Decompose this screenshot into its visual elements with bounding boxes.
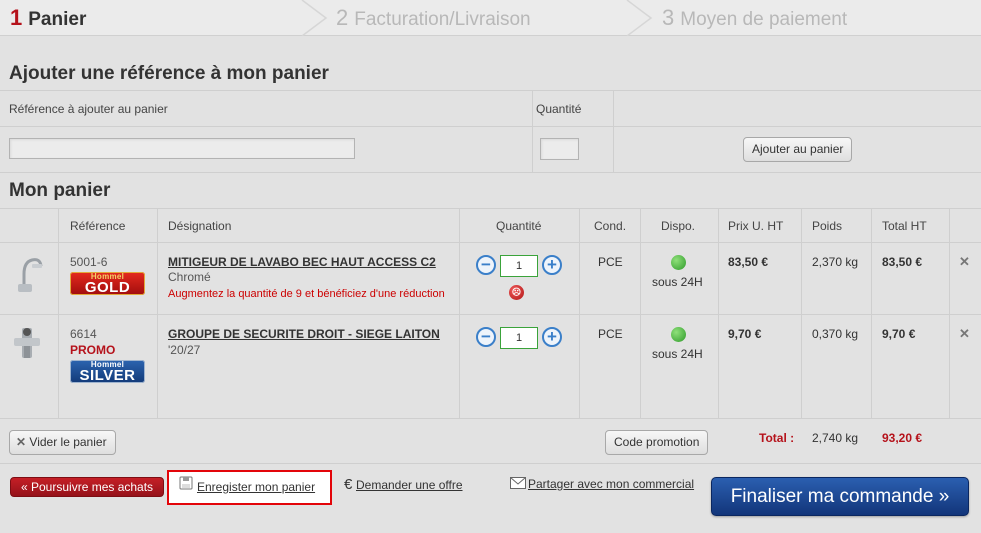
product-image[interactable]	[12, 324, 44, 364]
divider	[579, 208, 580, 418]
availability-dot-icon	[671, 255, 686, 270]
product-name-link[interactable]: MITIGEUR DE LAVABO BEC HAUT ACCESS C2	[168, 255, 436, 269]
divider	[459, 208, 460, 418]
save-cart-link[interactable]: Enregister mon panier	[197, 480, 315, 494]
sad-face-icon: ☹	[509, 285, 524, 300]
divider	[0, 126, 981, 127]
step-label: Panier	[28, 9, 87, 30]
header-reference: Référence	[70, 219, 126, 233]
step-label: Moyen de paiement	[680, 9, 848, 30]
cart-title: Mon panier	[9, 180, 111, 201]
quantity-field[interactable]: 1	[500, 327, 538, 349]
availability-dot-icon	[671, 327, 686, 342]
continue-shopping-button[interactable]: « Poursuivre mes achats	[10, 477, 165, 497]
header-quantite: Quantité	[496, 219, 542, 233]
step-label: Facturation/Livraison	[354, 9, 531, 30]
line-total: 9,70 €	[882, 327, 916, 341]
divider	[801, 208, 802, 418]
product-variant: Chromé	[168, 270, 211, 284]
total-label: Total :	[759, 431, 795, 445]
quantity-field[interactable]: 1	[500, 255, 538, 277]
product-reference: 6614	[70, 327, 97, 341]
header-poids: Poids	[812, 219, 843, 233]
availability-text: sous 24H	[652, 347, 703, 361]
promo-label: PROMO	[70, 343, 116, 357]
divider	[0, 418, 981, 419]
envelope-icon	[510, 477, 526, 489]
conditioning: PCE	[598, 255, 623, 269]
product-image[interactable]	[10, 254, 46, 294]
decrease-quantity-button[interactable]: −	[476, 255, 496, 275]
divider	[718, 208, 719, 418]
step-number: 2	[336, 5, 349, 30]
reference-input[interactable]	[9, 138, 355, 159]
quantity-discount-note: Augmentez la quantité de 9 et bénéficiez…	[168, 288, 445, 300]
close-icon: ✕	[16, 435, 27, 449]
increase-quantity-button[interactable]: +	[542, 327, 562, 347]
line-total: 83,50 €	[882, 255, 923, 269]
hommel-silver-badge: Hommel SILVER	[70, 360, 145, 383]
product-name-link[interactable]: GROUPE DE SECURITE DROIT - SIEGE LAITON	[168, 327, 440, 341]
request-offer-link[interactable]: Demander une offre	[356, 478, 463, 492]
add-reference-title: Ajouter une référence à mon panier	[9, 63, 329, 84]
product-variant: '20/27	[168, 343, 201, 357]
header-designation: Désignation	[168, 219, 232, 233]
step-number: 3	[662, 5, 675, 30]
divider	[640, 208, 641, 418]
divider	[58, 208, 59, 418]
total-price: 93,20 €	[882, 431, 923, 445]
step-number: 1	[10, 5, 23, 30]
divider	[157, 208, 158, 418]
divider	[0, 314, 981, 315]
divider	[613, 90, 614, 172]
header-prix: Prix U. HT	[728, 219, 784, 233]
finalize-order-button[interactable]: Finaliser ma commande »	[711, 477, 969, 516]
promo-code-button[interactable]: Code promotion	[605, 430, 709, 455]
euro-icon: €	[344, 476, 353, 493]
remove-item-icon[interactable]: ✕	[959, 254, 970, 270]
divider	[0, 90, 981, 91]
divider	[871, 208, 872, 418]
add-to-cart-button[interactable]: Ajouter au panier	[743, 137, 853, 162]
step-facturation: 2 Facturation/Livraison	[336, 0, 531, 36]
empty-cart-label: Vider le panier	[29, 435, 107, 449]
header-total: Total HT	[882, 219, 927, 233]
decrease-quantity-button[interactable]: −	[476, 327, 496, 347]
share-with-sales-link[interactable]: Partager avec mon commercial	[528, 477, 694, 491]
ref-column-header: Référence à ajouter au panier	[9, 102, 168, 116]
total-weight: 2,740 kg	[812, 431, 859, 445]
divider	[0, 242, 981, 243]
save-disk-icon	[179, 476, 193, 490]
unit-price: 83,50 €	[728, 255, 769, 269]
empty-cart-button[interactable]: ✕ Vider le panier	[9, 430, 116, 455]
header-cond: Cond.	[594, 219, 627, 233]
unit-price: 9,70 €	[728, 327, 762, 341]
divider	[532, 90, 533, 172]
remove-item-icon[interactable]: ✕	[959, 326, 970, 342]
availability-text: sous 24H	[652, 275, 703, 289]
divider	[0, 463, 981, 464]
weight: 2,370 kg	[812, 255, 859, 269]
product-reference: 5001-6	[70, 255, 108, 269]
header-dispo: Dispo.	[661, 219, 696, 233]
step-panier: 1 Panier	[10, 0, 86, 36]
hommel-gold-badge: Hommel GOLD	[70, 272, 145, 295]
increase-quantity-button[interactable]: +	[542, 255, 562, 275]
weight: 0,370 kg	[812, 327, 859, 341]
step-arrow-icon	[626, 0, 653, 36]
divider	[0, 172, 981, 173]
step-arrow-icon	[301, 0, 328, 36]
divider	[949, 208, 950, 418]
quantity-input[interactable]	[540, 138, 579, 160]
step-paiement: 3 Moyen de paiement	[662, 0, 847, 36]
qty-column-header: Quantité	[536, 102, 582, 116]
checkout-steps: 1 Panier 2 Facturation/Livraison 3 Moyen de…	[0, 0, 981, 36]
divider	[0, 208, 981, 209]
conditioning: PCE	[598, 327, 623, 341]
